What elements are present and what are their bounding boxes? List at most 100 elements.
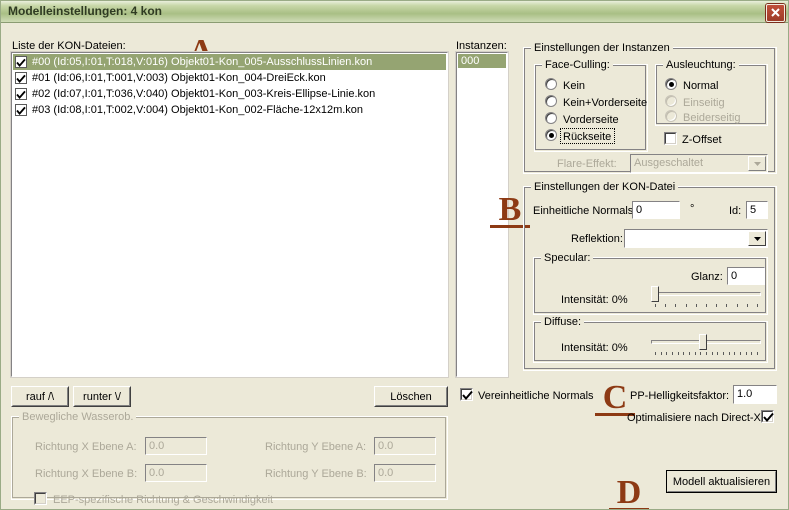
model-settings-dialog: Modelleinstellungen: 4 kon A Liste der K… (0, 0, 789, 510)
move-down-label: runter \/ (83, 390, 121, 403)
move-up-button[interactable]: rauf /\ (11, 386, 69, 407)
kon-item-label: #01 (Id:06,I:01,T:001,V:003) Objekt01-Ko… (32, 72, 326, 84)
specular-intensity-label: Intensität: 0% (561, 294, 628, 306)
gloss-input[interactable]: 0 (727, 267, 765, 285)
radio-face-culling-kein[interactable] (545, 78, 557, 90)
label-face-culling-kein: Kein (563, 80, 586, 92)
label-face-culling-vorderseite: Vorderseite (563, 114, 619, 126)
water-field-input-0[interactable]: 0.0 (145, 437, 207, 455)
diffuse-intensity-label: Intensität: 0% (561, 342, 628, 354)
title-bar: Modelleinstellungen: 4 kon (1, 1, 788, 23)
chevron-down-icon[interactable] (748, 231, 766, 246)
specular-group: Specular: Glanz: 0 Intensität: 0% (533, 252, 768, 315)
water-field-label-1: Richtung Y Ebene A: (265, 441, 367, 453)
z-offset-label: Z-Offset (682, 134, 722, 146)
water-field-label-0: Richtung X Ebene A: (35, 441, 137, 453)
kon-item-checkbox[interactable] (15, 104, 27, 116)
diffuse-caption: Diffuse: (541, 316, 585, 328)
unify-normals-label: Vereinheitliche Normals (478, 390, 594, 402)
check-icon (16, 74, 26, 83)
kon-list-item[interactable]: #02 (Id:07,I:01,T:036,V:040) Objekt01-Ko… (13, 86, 446, 102)
radio-face-culling-vorderseite[interactable] (545, 112, 557, 124)
instances-label: Instanzen: (456, 40, 507, 52)
move-down-button[interactable]: runter \/ (73, 386, 131, 407)
kon-settings-group: Einstellungen der KON-Datei Einheitliche… (523, 181, 777, 371)
instance-list-item[interactable]: 000 (458, 54, 506, 68)
water-field-input-2[interactable]: 0.0 (145, 464, 207, 482)
unify-normals-checkbox[interactable] (460, 388, 473, 401)
label-lighting-normal: Normal (683, 80, 719, 92)
delete-label: Löschen (390, 390, 432, 403)
kon-item-label: #00 (Id:05,I:01,T:018,V:016) Objekt01-Ko… (32, 56, 373, 68)
reflection-label: Reflektion: (571, 233, 623, 245)
chevron-down-icon[interactable] (748, 156, 766, 171)
specular-intensity-slider[interactable] (651, 286, 761, 308)
radio-face-culling-kein-vorderseite[interactable] (545, 95, 557, 107)
flare-combobox[interactable]: Ausgeschaltet (630, 154, 768, 173)
check-icon (16, 58, 26, 67)
annotation-c: C (595, 381, 635, 416)
kon-list-item[interactable]: #00 (Id:05,I:01,T:018,V:016) Objekt01-Ko… (13, 54, 446, 70)
water-field-input-1[interactable]: 0.0 (374, 437, 436, 455)
delete-button[interactable]: Löschen (374, 386, 448, 407)
kon-item-checkbox[interactable] (15, 88, 27, 100)
kon-file-listbox[interactable]: #00 (Id:05,I:01,T:018,V:016) Objekt01-Ko… (10, 51, 449, 378)
radio-lighting-beiderseitig[interactable] (665, 110, 677, 122)
kon-list-label: Liste der KON-Dateien: (12, 40, 126, 52)
pp-brightness-input[interactable]: 1.0 (733, 385, 777, 404)
water-group-caption: Bewegliche Wasserob. (19, 411, 137, 423)
face-culling-group: Face-Culling: Kein Kein+Vorderseite Vord… (534, 59, 648, 152)
check-icon (462, 390, 473, 401)
lighting-group: Ausleuchtung: Normal Einseitig Beidersei… (655, 59, 768, 126)
radio-face-culling-rueckseite[interactable] (545, 129, 557, 141)
face-culling-caption: Face-Culling: (542, 59, 613, 71)
uniform-normals-input[interactable]: 0 (632, 201, 680, 219)
annotation-d: D (609, 476, 649, 509)
eep-direction-label: EEP-spezifische Richtung & Geschwindigke… (53, 494, 274, 506)
kon-item-checkbox[interactable] (15, 72, 27, 84)
radio-lighting-normal[interactable] (665, 78, 677, 90)
check-icon (763, 412, 774, 423)
uniform-normals-label: Einheitliche Normals (533, 205, 634, 217)
close-button[interactable] (766, 4, 785, 22)
instance-settings-group: Einstellungen der Instanzen Face-Culling… (523, 42, 777, 174)
lighting-caption: Ausleuchtung: (663, 59, 739, 71)
flare-value: Ausgeschaltet (634, 157, 704, 169)
gloss-label: Glanz: (691, 271, 723, 283)
z-offset-checkbox[interactable] (664, 132, 677, 145)
update-model-button[interactable]: Modell aktualisieren (666, 470, 777, 493)
pp-brightness-label: PP-Helligkeitsfaktor: (630, 390, 730, 402)
flare-label: Flare-Effekt: (557, 158, 617, 170)
diffuse-intensity-slider[interactable] (651, 334, 761, 356)
diffuse-group: Diffuse: Intensität: 0% (533, 316, 768, 363)
label-face-culling-kein-vorderseite: Kein+Vorderseite (563, 97, 648, 109)
water-field-input-3[interactable]: 0.0 (374, 464, 436, 482)
instance-settings-caption: Einstellungen der Instanzen (531, 42, 673, 54)
instances-listbox[interactable]: 000 (455, 51, 509, 378)
optimize-dx-checkbox[interactable] (761, 410, 774, 423)
label-lighting-beiderseitig: Beiderseitig (683, 112, 741, 124)
check-icon (16, 90, 26, 99)
water-field-label-3: Richtung Y Ebene B: (265, 468, 367, 480)
check-icon (16, 106, 26, 115)
radio-lighting-einseitig[interactable] (665, 95, 677, 107)
window-title: Modelleinstellungen: 4 kon (8, 4, 163, 18)
kon-id-input[interactable]: 5 (746, 201, 768, 219)
eep-direction-checkbox[interactable] (34, 492, 47, 505)
kon-list-item[interactable]: #01 (Id:06,I:01,T:001,V:003) Objekt01-Ko… (13, 70, 446, 86)
kon-list-item[interactable]: #03 (Id:08,I:01,T:002,V:004) Objekt01-Ko… (13, 102, 446, 118)
update-model-label: Modell aktualisieren (672, 475, 771, 488)
label-face-culling-rueckseite: Rückseite (563, 131, 612, 143)
water-field-label-2: Richtung X Ebene B: (35, 468, 138, 480)
degree-symbol: ° (690, 203, 695, 215)
specular-caption: Specular: (541, 252, 594, 264)
kon-settings-caption: Einstellungen der KON-Datei (531, 181, 679, 193)
water-object-group: Bewegliche Wasserob. Richtung X Ebene A:… (11, 411, 448, 506)
kon-item-checkbox[interactable] (15, 56, 27, 68)
dialog-client-area: A Liste der KON-Dateien: #00 (Id:05,I:01… (1, 23, 788, 509)
optimize-dx-label: Optimalisiere nach Direct-X (627, 412, 761, 424)
reflection-combobox[interactable] (624, 229, 768, 248)
move-up-label: rauf /\ (25, 390, 55, 403)
kon-id-label: Id: (729, 205, 742, 217)
kon-item-label: #02 (Id:07,I:01,T:036,V:040) Objekt01-Ko… (32, 88, 376, 100)
